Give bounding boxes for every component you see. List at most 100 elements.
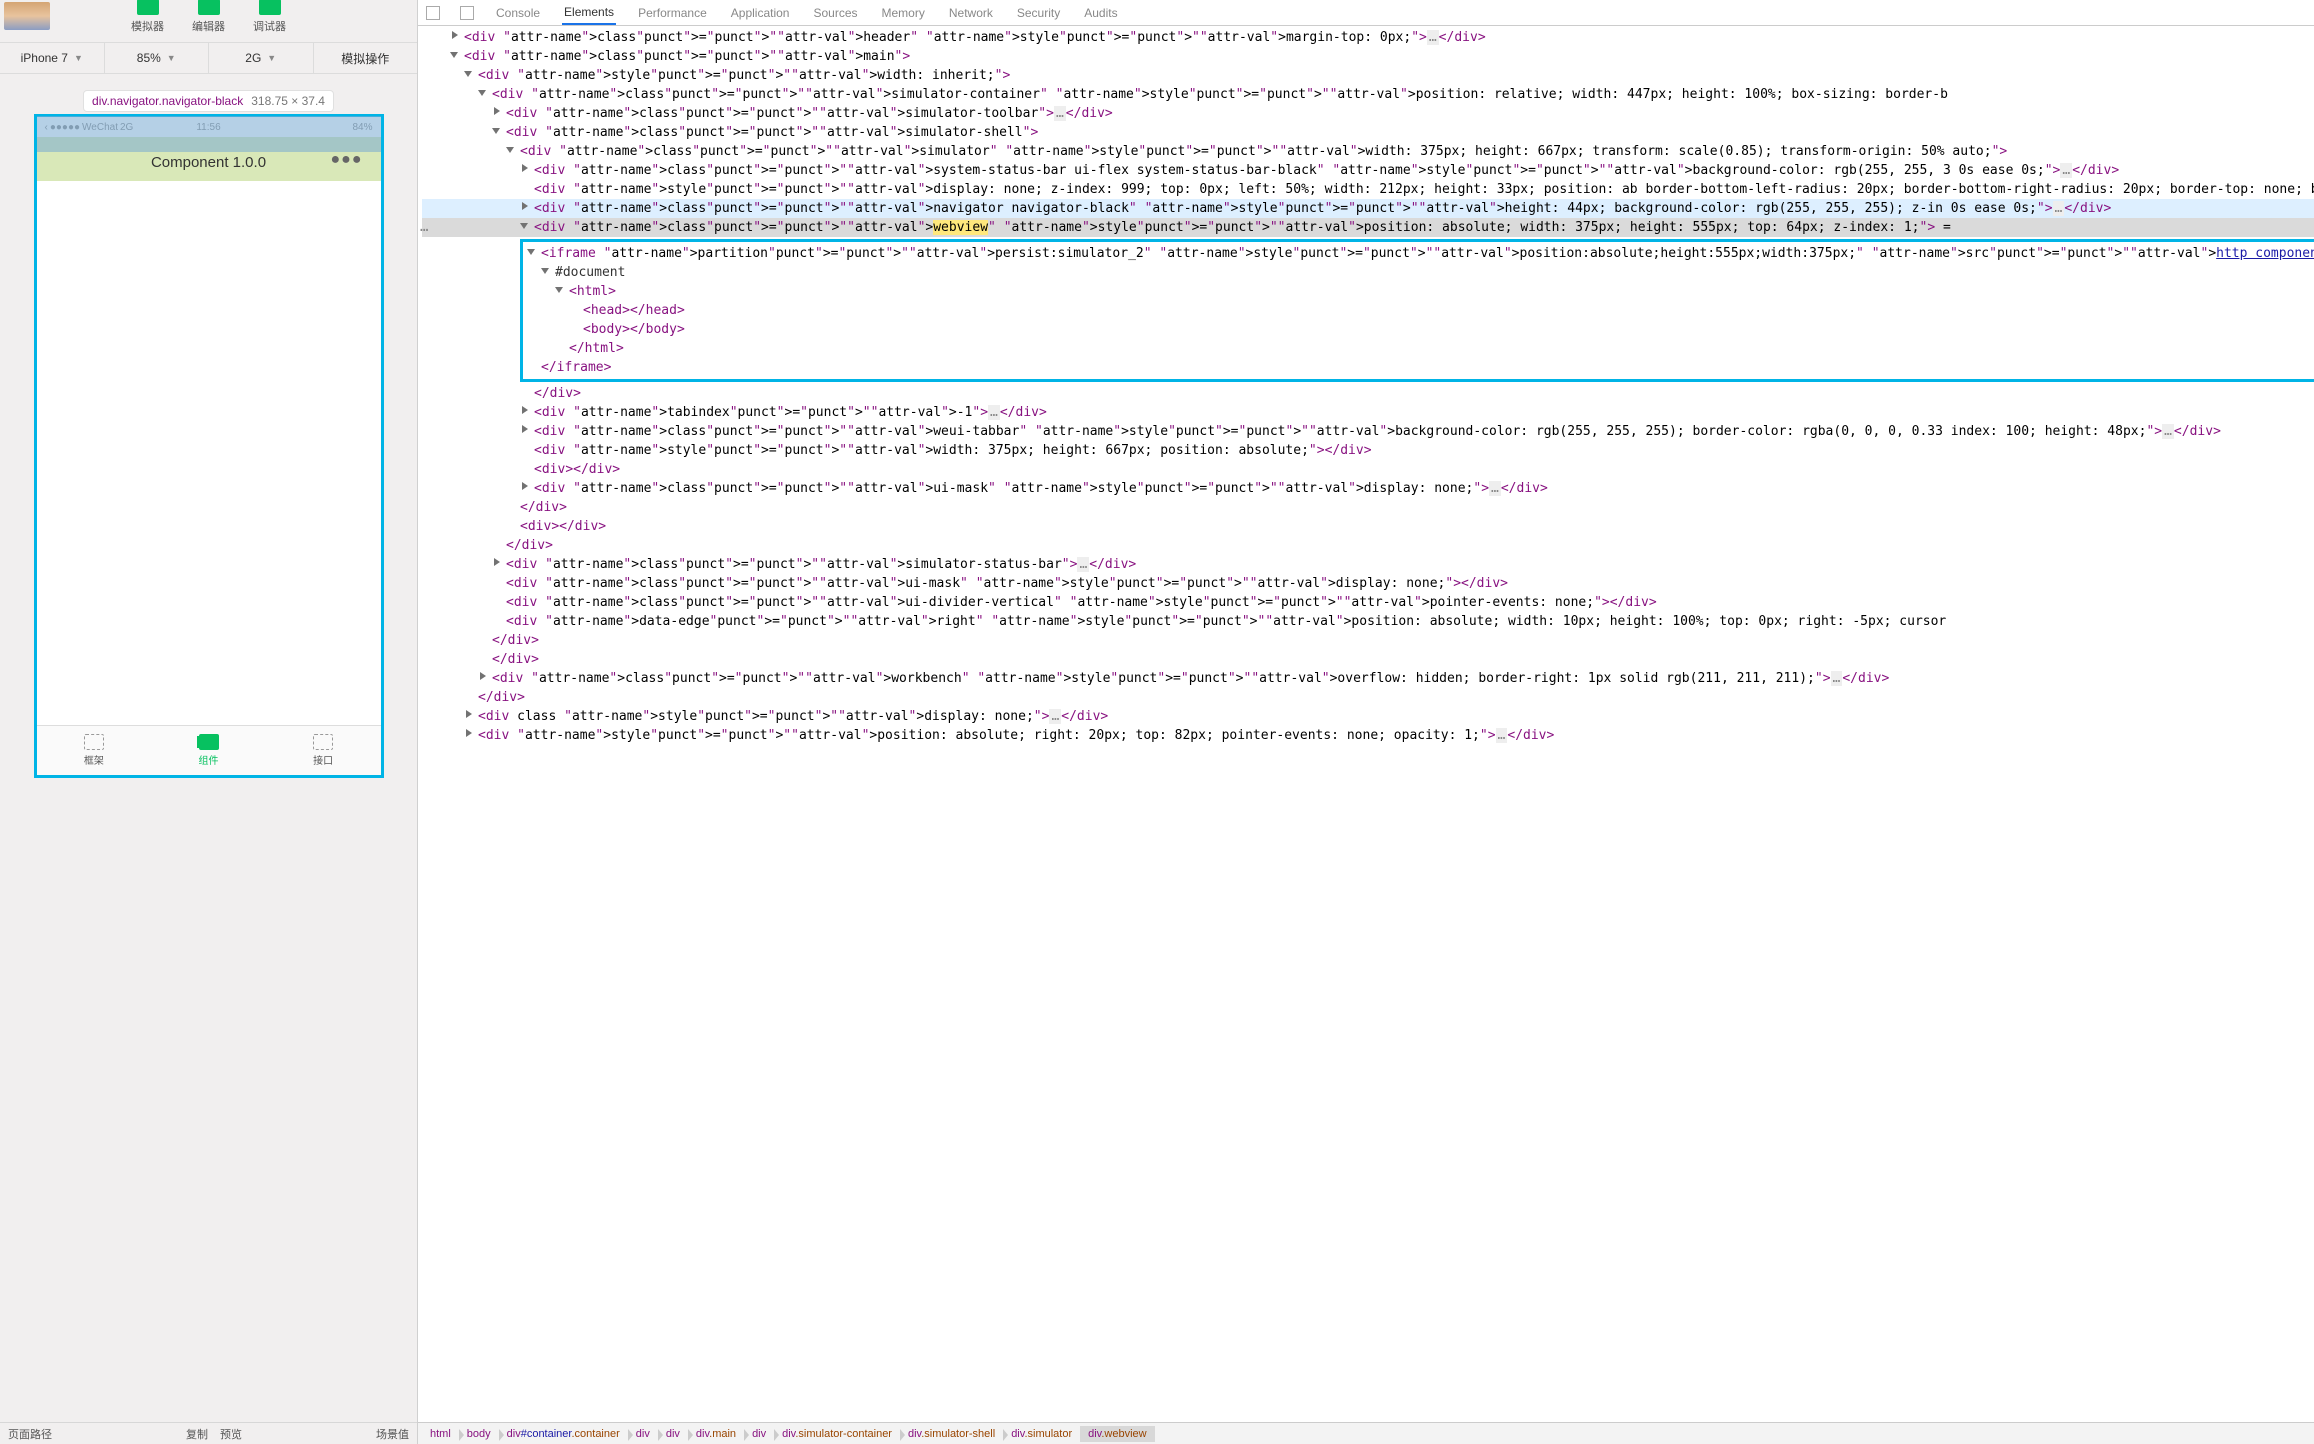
dom-tree[interactable]: <div "attr-name">class"punct">="punct">"…	[418, 26, 2314, 1422]
copy-button[interactable]: 复制	[186, 1426, 208, 1442]
dom-node[interactable]: <div "attr-name">data-edge"punct">="punc…	[422, 612, 2314, 631]
dom-node[interactable]: <iframe "attr-name">partition"punct">="p…	[527, 244, 2314, 263]
phone-tab-item[interactable]: 接口	[266, 726, 381, 775]
expand-arrow-icon[interactable]	[522, 425, 528, 433]
breadcrumb-item[interactable]: html	[422, 1426, 459, 1442]
dom-node[interactable]: <div "attr-name">class"punct">="punct">"…	[422, 669, 2314, 688]
expand-arrow-icon[interactable]	[480, 672, 486, 680]
dom-node[interactable]: <div "attr-name">class"punct">="punct">"…	[422, 28, 2314, 47]
dom-node[interactable]: #document	[527, 263, 2314, 282]
devtools-tab-security[interactable]: Security	[1015, 2, 1062, 24]
dom-node[interactable]: <div "attr-name">class"punct">="punct">"…	[422, 555, 2314, 574]
phone-tab-item[interactable]: 框架	[37, 726, 152, 775]
breadcrumb-item[interactable]: div	[628, 1426, 658, 1442]
devtools-tab-network[interactable]: Network	[947, 2, 995, 24]
dom-node[interactable]: <div class "attr-name">style"punct">="pu…	[422, 707, 2314, 726]
expand-arrow-icon[interactable]	[494, 107, 500, 115]
dom-node[interactable]: <html>	[527, 282, 2314, 301]
dom-node[interactable]: <div "attr-name">style"punct">="punct">"…	[422, 180, 2314, 199]
dom-node[interactable]: </div>	[422, 498, 2314, 517]
zoom-select[interactable]: 85% ▼	[105, 43, 210, 73]
dom-node[interactable]: <div "attr-name">class"punct">="punct">"…	[422, 104, 2314, 123]
breadcrumb-item[interactable]: div	[658, 1426, 688, 1442]
dom-node[interactable]: </div>	[422, 536, 2314, 555]
devtools-panel: Console Elements Performance Application Sou…	[418, 0, 2314, 1444]
nav-more-icon[interactable]: ●●●	[331, 151, 363, 169]
dom-node[interactable]: <div "attr-name">class"punct">="punct">"…	[422, 123, 2314, 142]
collapse-arrow-icon[interactable]	[541, 268, 549, 274]
dom-node[interactable]: <div "attr-name">class"punct">="punct">"…	[422, 479, 2314, 498]
tool-simulator[interactable]: 模拟器	[131, 0, 164, 34]
project-thumbnail[interactable]	[4, 2, 50, 30]
collapse-arrow-icon[interactable]	[478, 90, 486, 96]
collapse-arrow-icon[interactable]	[506, 147, 514, 153]
dom-node[interactable]: <div "attr-name">class"punct">="punct">"…	[422, 47, 2314, 66]
dom-node[interactable]: </html>	[527, 339, 2314, 358]
devtools-tab-audits[interactable]: Audits	[1082, 2, 1119, 24]
collapse-arrow-icon[interactable]	[464, 71, 472, 77]
dom-node[interactable]: <div "attr-name">style"punct">="punct">"…	[422, 441, 2314, 460]
devtools-tab-sources[interactable]: Sources	[811, 2, 859, 24]
inspector-selector: div.navigator.navigator-black	[92, 94, 243, 108]
expand-arrow-icon[interactable]	[522, 482, 528, 490]
dom-node[interactable]: <div "attr-name">class"punct">="punct">"…	[422, 85, 2314, 104]
breadcrumb-item[interactable]: div.simulator	[1003, 1426, 1080, 1442]
dom-node[interactable]: <div "attr-name">class"punct">="punct">"…	[422, 199, 2314, 218]
collapse-arrow-icon[interactable]	[450, 52, 458, 58]
dom-node[interactable]: </div>	[422, 631, 2314, 650]
breadcrumb-item[interactable]: div.simulator-container	[774, 1426, 900, 1442]
phone-tab-item[interactable]: 组件	[151, 726, 266, 775]
dom-node[interactable]: <div></div>	[422, 517, 2314, 536]
expand-arrow-icon[interactable]	[466, 710, 472, 718]
devtools-tab-memory[interactable]: Memory	[880, 2, 927, 24]
dom-node[interactable]: <head></head>	[527, 301, 2314, 320]
dom-node[interactable]: <div "attr-name">class"punct">="punct">"…	[422, 422, 2314, 441]
devtools-tab-application[interactable]: Application	[729, 2, 792, 24]
network-select[interactable]: 2G ▼	[209, 43, 314, 73]
dom-node[interactable]: <div "attr-name">style"punct">="punct">"…	[422, 66, 2314, 85]
page-path-label[interactable]: 页面路径	[8, 1426, 52, 1442]
expand-arrow-icon[interactable]	[522, 202, 528, 210]
collapse-arrow-icon[interactable]	[492, 128, 500, 134]
dom-node[interactable]: </div>	[422, 384, 2314, 403]
breadcrumb-item[interactable]: body	[459, 1426, 499, 1442]
dom-node[interactable]: </div>	[422, 688, 2314, 707]
dom-node[interactable]: <div "attr-name">tabindex"punct">="punct…	[422, 403, 2314, 422]
breadcrumb-item[interactable]: div	[744, 1426, 774, 1442]
expand-arrow-icon[interactable]	[494, 558, 500, 566]
tool-debugger[interactable]: 调试器	[253, 0, 286, 34]
expand-arrow-icon[interactable]	[452, 31, 458, 39]
breadcrumb-item[interactable]: div.main	[688, 1426, 744, 1442]
dom-node[interactable]: <body></body>	[527, 320, 2314, 339]
expand-arrow-icon[interactable]	[522, 164, 528, 172]
inspect-element-icon[interactable]	[426, 6, 440, 20]
sim-ops-select[interactable]: 模拟操作	[314, 43, 418, 73]
dom-node[interactable]: …<div "attr-name">class"punct">="punct">…	[422, 218, 2314, 237]
expand-arrow-icon[interactable]	[522, 406, 528, 414]
dom-node[interactable]: </iframe>	[527, 358, 2314, 377]
tool-editor[interactable]: 编辑器	[192, 0, 225, 34]
dom-node[interactable]: <div "attr-name">class"punct">="punct">"…	[422, 593, 2314, 612]
collapse-arrow-icon[interactable]	[555, 287, 563, 293]
dom-node[interactable]: <div "attr-name">class"punct">="punct">"…	[422, 574, 2314, 593]
phone-body[interactable]	[37, 181, 381, 725]
breadcrumb-item[interactable]: div.webview	[1080, 1426, 1155, 1442]
dom-node[interactable]: <div "attr-name">class"punct">="punct">"…	[422, 161, 2314, 180]
scene-value-label[interactable]: 场景值	[376, 1426, 409, 1442]
collapse-arrow-icon[interactable]	[527, 249, 535, 255]
devtools-tab-performance[interactable]: Performance	[636, 2, 709, 24]
devtools-tab-console[interactable]: Console	[494, 2, 542, 24]
dom-node[interactable]: <div "attr-name">class"punct">="punct">"…	[422, 142, 2314, 161]
dom-node[interactable]: <div></div>	[422, 460, 2314, 479]
preview-button[interactable]: 预览	[220, 1426, 242, 1442]
dom-node[interactable]: <div "attr-name">style"punct">="punct">"…	[422, 726, 2314, 745]
device-select[interactable]: iPhone 7 ▼	[0, 43, 105, 73]
collapse-arrow-icon[interactable]	[520, 223, 528, 229]
breadcrumb-item[interactable]: div#container.container	[499, 1426, 628, 1442]
devtools-tab-elements[interactable]: Elements	[562, 1, 616, 25]
device-toggle-icon[interactable]	[460, 6, 474, 20]
breadcrumb-item[interactable]: div.simulator-shell	[900, 1426, 1003, 1442]
expand-arrow-icon[interactable]	[466, 729, 472, 737]
editor-icon	[198, 0, 220, 15]
dom-node[interactable]: </div>	[422, 650, 2314, 669]
